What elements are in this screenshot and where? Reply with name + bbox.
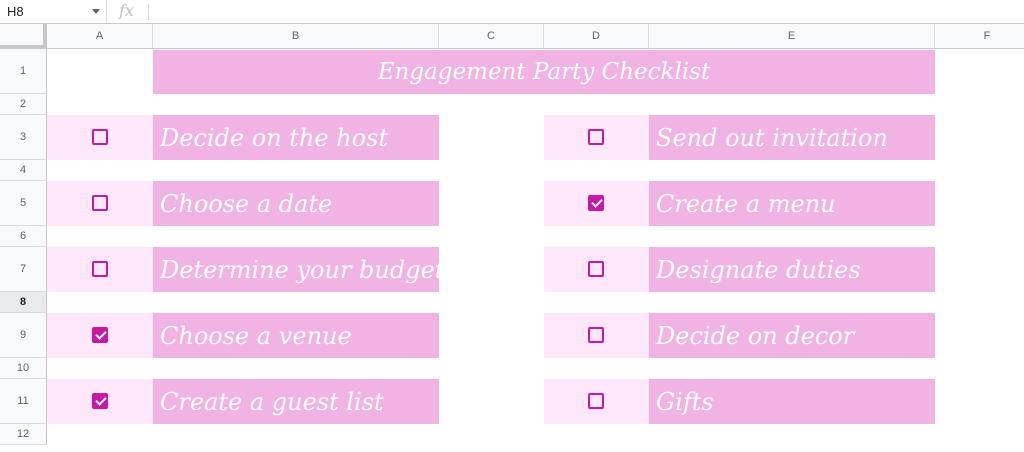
task-label[interactable]: Decide on decor (649, 313, 935, 358)
task-checkbox-cell[interactable] (47, 313, 153, 358)
task-label[interactable]: Choose a venue (153, 313, 439, 358)
formula-input[interactable] (156, 0, 1016, 23)
task-checkbox[interactable] (92, 327, 108, 343)
row-header-7[interactable]: 7 (0, 247, 47, 292)
column-header-f[interactable]: F (935, 24, 1024, 49)
select-all-corner[interactable] (0, 24, 47, 49)
task-label[interactable]: Create a menu (649, 181, 935, 226)
task-checkbox-cell[interactable] (47, 181, 153, 226)
task-checkbox-cell[interactable] (47, 247, 153, 292)
task-label[interactable]: Gifts (649, 379, 935, 424)
task-checkbox[interactable] (588, 195, 604, 211)
task-checkbox[interactable] (588, 393, 604, 409)
name-box-value: H8 (7, 4, 24, 19)
column-header-b[interactable]: B (153, 24, 439, 49)
check-icon (95, 328, 107, 340)
task-checkbox-cell[interactable] (47, 379, 153, 424)
task-label[interactable]: Choose a date (153, 181, 439, 226)
row-header-3[interactable]: 3 (0, 115, 47, 160)
row-header-9[interactable]: 9 (0, 313, 47, 358)
task-checkbox-cell[interactable] (544, 379, 649, 424)
task-checkbox-cell[interactable] (47, 115, 153, 160)
task-checkbox[interactable] (588, 129, 604, 145)
task-checkbox[interactable] (92, 129, 108, 145)
column-header-a[interactable]: A (47, 24, 153, 49)
check-icon (591, 196, 603, 208)
task-checkbox-cell[interactable] (544, 247, 649, 292)
row-header-11[interactable]: 11 (0, 379, 47, 424)
chevron-down-icon[interactable] (92, 9, 100, 14)
task-checkbox-cell[interactable] (544, 181, 649, 226)
row-header-6[interactable]: 6 (0, 226, 47, 247)
name-box[interactable]: H8 (0, 0, 107, 23)
task-checkbox[interactable] (92, 393, 108, 409)
column-header-d[interactable]: D (544, 24, 649, 49)
column-header-c[interactable]: C (439, 24, 544, 49)
fx-icon: fx (119, 1, 134, 20)
row-header-12[interactable]: 12 (0, 424, 47, 445)
row-header-4[interactable]: 4 (0, 160, 47, 181)
task-label[interactable]: Send out invitation (649, 115, 935, 160)
check-icon (95, 394, 107, 406)
column-header-e[interactable]: E (649, 24, 935, 49)
row-header-5[interactable]: 5 (0, 181, 47, 226)
task-label[interactable]: Decide on the host (153, 115, 439, 160)
formula-bar: H8 fx (0, 0, 1024, 24)
task-label[interactable]: Create a guest list (153, 379, 439, 424)
task-checkbox[interactable] (588, 261, 604, 277)
task-checkbox-cell[interactable] (544, 115, 649, 160)
row-header-2[interactable]: 2 (0, 94, 47, 115)
task-label[interactable]: Designate duties (649, 247, 935, 292)
task-label[interactable]: Determine your budget (153, 247, 439, 292)
row-header-8[interactable]: 8 (0, 292, 47, 313)
row-header-1[interactable]: 1 (0, 49, 47, 94)
row-header-10[interactable]: 10 (0, 358, 47, 379)
task-checkbox[interactable] (92, 195, 108, 211)
formula-divider (148, 4, 149, 20)
task-checkbox-cell[interactable] (544, 313, 649, 358)
sheet-title[interactable]: Engagement Party Checklist (153, 50, 935, 94)
task-checkbox[interactable] (92, 261, 108, 277)
task-checkbox[interactable] (588, 327, 604, 343)
